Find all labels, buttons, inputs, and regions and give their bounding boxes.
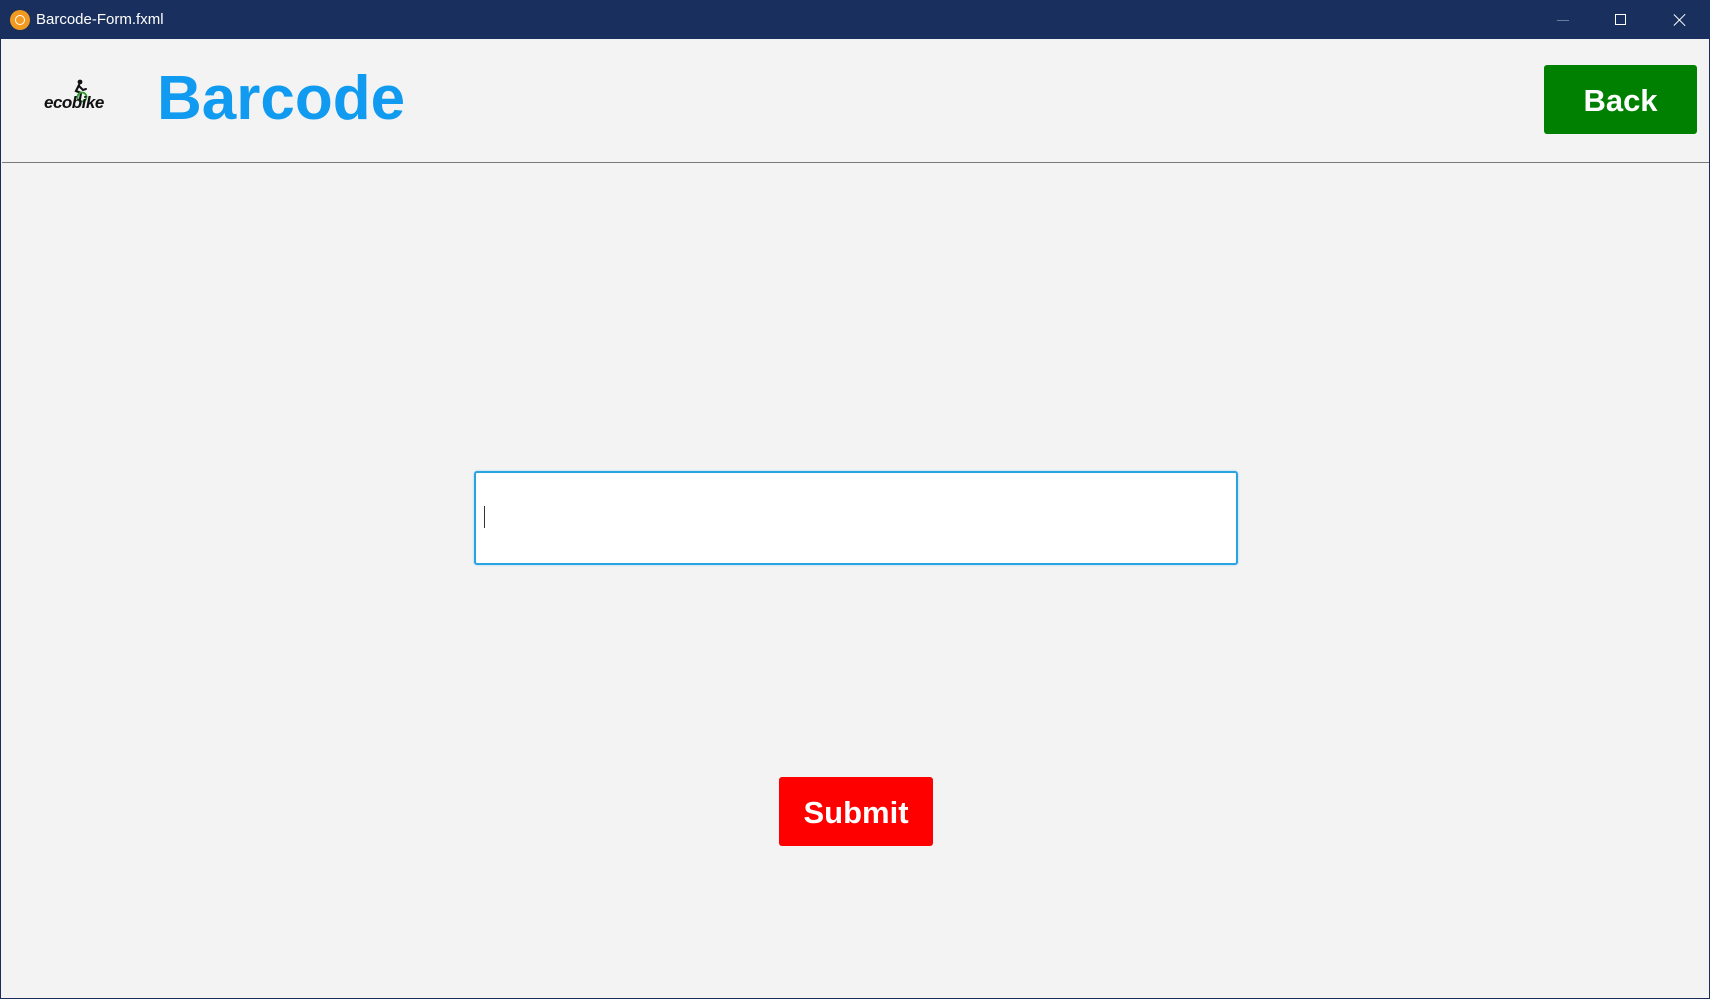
barcode-input[interactable]	[474, 471, 1238, 565]
submit-button[interactable]: Submit	[779, 777, 933, 846]
header-bar: ecobike Barcode Back	[2, 39, 1709, 163]
page-title: Barcode	[157, 64, 406, 133]
app-window: Barcode-Form.fxml ecobike Barcode Back S…	[0, 0, 1710, 999]
maximize-icon[interactable]	[1592, 1, 1650, 39]
close-icon[interactable]	[1651, 1, 1709, 39]
window-title: Barcode-Form.fxml	[36, 11, 164, 28]
java-app-icon	[10, 10, 30, 30]
back-button[interactable]: Back	[1544, 65, 1697, 134]
minimize-icon[interactable]	[1534, 1, 1592, 39]
logo-text: ecobike	[44, 93, 104, 112]
title-bar[interactable]: Barcode-Form.fxml	[1, 1, 1709, 39]
text-caret	[484, 506, 485, 528]
ecobike-logo: ecobike	[42, 79, 110, 115]
